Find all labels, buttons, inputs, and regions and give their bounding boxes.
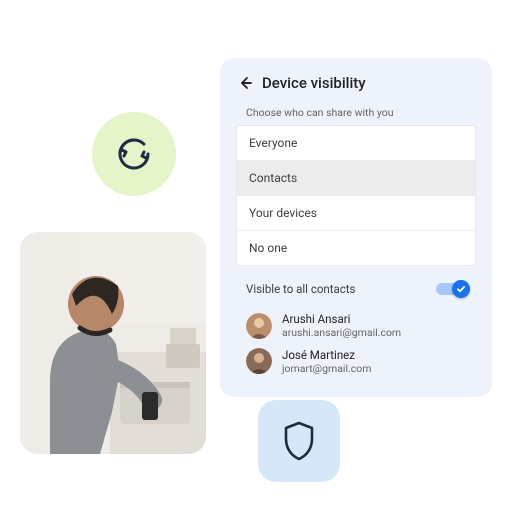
contact-row[interactable]: José Martinez jomart@gmail.com — [236, 344, 476, 380]
option-everyone[interactable]: Everyone — [237, 126, 475, 160]
contact-text: Arushi Ansari arushi.ansari@gmail.com — [282, 312, 401, 340]
visible-to-all-toggle[interactable] — [436, 280, 470, 298]
contact-text: José Martinez jomart@gmail.com — [282, 348, 371, 376]
check-icon — [456, 284, 466, 294]
arrow-left-icon — [237, 75, 253, 91]
switch-knob — [452, 280, 470, 298]
sync-badge — [92, 112, 176, 196]
panel-header: Device visibility — [236, 74, 476, 92]
device-visibility-panel: Device visibility Choose who can share w… — [220, 58, 492, 397]
contact-row[interactable]: Arushi Ansari arushi.ansari@gmail.com — [236, 308, 476, 344]
contact-email: arushi.ansari@gmail.com — [282, 326, 401, 339]
option-no-one[interactable]: No one — [237, 230, 475, 265]
shield-icon — [282, 421, 316, 461]
option-contacts[interactable]: Contacts — [237, 160, 475, 195]
shield-badge — [258, 400, 340, 482]
choose-label: Choose who can share with you — [246, 106, 476, 119]
contact-email: jomart@gmail.com — [282, 362, 371, 375]
avatar — [246, 313, 272, 339]
lifestyle-photo — [20, 232, 206, 454]
panel-title: Device visibility — [262, 74, 366, 92]
contact-name: Arushi Ansari — [282, 312, 401, 326]
back-button[interactable] — [236, 74, 254, 92]
sync-icon — [112, 132, 156, 176]
contact-name: José Martinez — [282, 348, 371, 362]
toggle-label: Visible to all contacts — [246, 282, 355, 296]
option-your-devices[interactable]: Your devices — [237, 195, 475, 230]
avatar — [246, 348, 272, 374]
visible-to-all-row: Visible to all contacts — [236, 280, 476, 298]
visibility-options: Everyone Contacts Your devices No one — [236, 125, 476, 266]
